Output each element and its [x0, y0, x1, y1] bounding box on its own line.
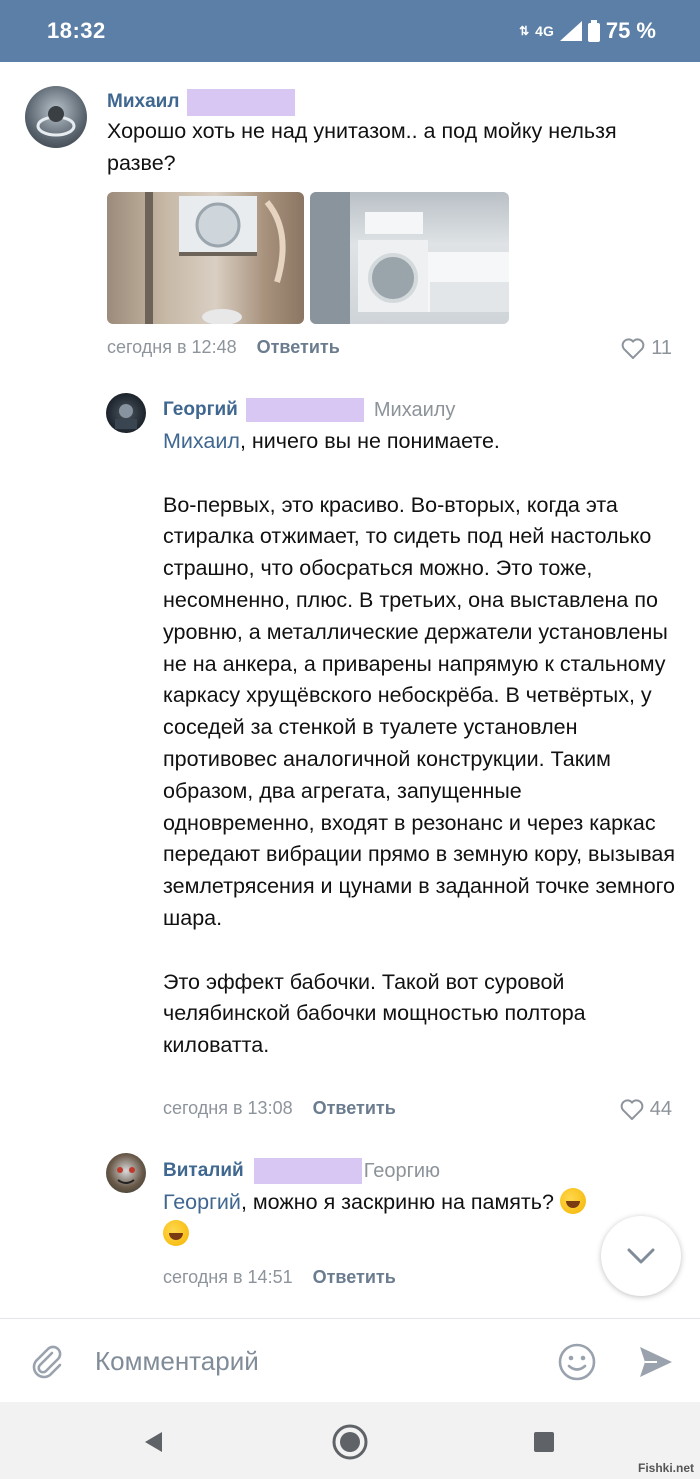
- heart-icon: [621, 338, 645, 359]
- chevron-down-icon: [627, 1248, 655, 1264]
- comment-input[interactable]: Комментарий: [95, 1346, 259, 1377]
- redacted-surname: [245, 398, 364, 422]
- comment-meta: сегодня в 12:48 Ответить: [107, 337, 340, 358]
- signal-icon: [559, 21, 582, 41]
- reply-button[interactable]: Ответить: [313, 1098, 396, 1119]
- paperclip-icon[interactable]: [30, 1345, 64, 1379]
- reply-to[interactable]: Михаилу: [374, 399, 456, 422]
- battery-icon: [587, 20, 600, 42]
- mention-link[interactable]: Михаил: [163, 429, 240, 453]
- comment-meta: сегодня в 14:51 Ответить: [163, 1267, 396, 1288]
- comment: Виталий Георгию Георгий, можно я заскрин…: [163, 1157, 663, 1251]
- like-count: 11: [651, 337, 672, 359]
- watermark: Fishki.net: [637, 1461, 694, 1475]
- comment-paragraph: Во-первых, это красиво. Во-вторых, когда…: [163, 492, 676, 930]
- comment-meta: сегодня в 13:08 Ответить: [163, 1098, 396, 1119]
- comment-time: сегодня в 12:48: [107, 337, 237, 357]
- status-bar: 18:32 ⇅ 4G 75 %: [0, 0, 700, 62]
- rofl-emoji-icon: [163, 1219, 189, 1246]
- comment-text: Георгий, можно я заскриню на память?: [163, 1187, 663, 1251]
- like-button[interactable]: 11: [621, 337, 672, 360]
- comment-paragraph: Это эффект бабочки. Такой вот суровой че…: [163, 969, 586, 1058]
- reply-to[interactable]: Георгию: [364, 1160, 440, 1183]
- network-type: 4G: [535, 23, 554, 39]
- comment-author[interactable]: Георгий: [163, 399, 238, 421]
- avatar[interactable]: [106, 393, 146, 433]
- status-time: 18:32: [47, 18, 106, 43]
- scroll-down-button[interactable]: [601, 1216, 681, 1296]
- reply-button[interactable]: Ответить: [313, 1267, 396, 1288]
- send-icon[interactable]: [637, 1343, 675, 1381]
- comment-time: сегодня в 13:08: [163, 1098, 293, 1118]
- like-count: 44: [649, 1098, 672, 1120]
- heart-icon: [620, 1099, 644, 1120]
- like-button[interactable]: 44: [620, 1098, 672, 1121]
- battery-percent: 75 %: [605, 18, 656, 43]
- redacted-surname: [253, 1158, 362, 1184]
- comment: Михаил Хорошо хоть не над унитазом.. а п…: [107, 88, 677, 180]
- status-indicators: ⇅ 4G 75 %: [519, 18, 656, 44]
- smiley-icon[interactable]: [557, 1342, 597, 1382]
- avatar[interactable]: [25, 86, 87, 148]
- reply-button[interactable]: Ответить: [257, 337, 340, 358]
- comment-photo[interactable]: [107, 192, 304, 324]
- comment-text-line: , можно я заскриню на память?: [240, 1190, 554, 1214]
- data-arrows-icon: ⇅: [519, 24, 530, 38]
- comment: Георгий Михаилу Михаил, ничего вы не пон…: [163, 396, 678, 1062]
- rofl-emoji-icon: [559, 1188, 586, 1214]
- comment-text: Михаил, ничего вы не понимаете.: [163, 426, 678, 458]
- home-circle-icon[interactable]: [331, 1423, 369, 1461]
- comment-text: Хорошо хоть не над унитазом.. а под мойк…: [107, 119, 617, 175]
- comment-author[interactable]: Михаил: [107, 91, 179, 113]
- system-nav-bar: Fishki.net: [0, 1402, 700, 1479]
- redacted-surname: [187, 88, 296, 116]
- recents-square-icon[interactable]: [532, 1430, 556, 1454]
- comment-composer: Комментарий: [0, 1318, 700, 1402]
- comment-time: сегодня в 14:51: [163, 1267, 293, 1287]
- comment-author[interactable]: Виталий: [163, 1160, 244, 1182]
- avatar[interactable]: [106, 1153, 146, 1193]
- mention-link[interactable]: Георгий: [163, 1190, 241, 1214]
- back-triangle-icon[interactable]: [142, 1430, 166, 1454]
- comment-text-line: , ничего вы не понимаете.: [239, 429, 500, 453]
- comment-photo[interactable]: [310, 192, 509, 324]
